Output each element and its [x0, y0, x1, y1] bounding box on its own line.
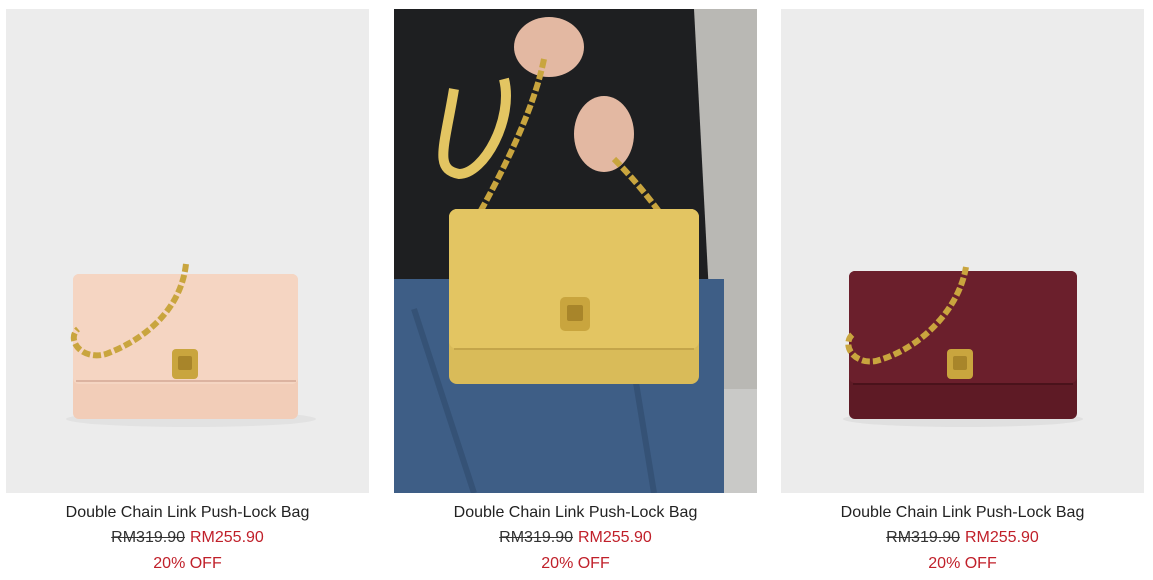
burgundy-bag-photo	[781, 9, 1144, 493]
discount-badge: 20% OFF	[153, 555, 222, 572]
sale-price: RM255.90	[965, 529, 1039, 546]
product-card[interactable]: Double Chain Link Push-Lock Bag RM319.90…	[781, 9, 1144, 574]
original-price: RM319.90	[499, 529, 573, 546]
product-image[interactable]	[6, 9, 369, 493]
discount-badge: 20% OFF	[928, 555, 997, 572]
price-row: RM319.90 RM255.90	[394, 528, 757, 548]
pink-bag-photo	[6, 9, 369, 493]
product-name[interactable]: Double Chain Link Push-Lock Bag	[394, 503, 757, 523]
product-card[interactable]: Double Chain Link Push-Lock Bag RM319.90…	[394, 9, 757, 574]
sale-price: RM255.90	[578, 529, 652, 546]
product-grid: Double Chain Link Push-Lock Bag RM319.90…	[0, 0, 1153, 580]
product-name[interactable]: Double Chain Link Push-Lock Bag	[6, 503, 369, 523]
price-row: RM319.90 RM255.90	[6, 528, 369, 548]
product-image[interactable]	[394, 9, 757, 493]
product-image[interactable]	[781, 9, 1144, 493]
discount-badge: 20% OFF	[541, 555, 610, 572]
price-row: RM319.90 RM255.90	[781, 528, 1144, 548]
original-price: RM319.90	[111, 529, 185, 546]
original-price: RM319.90	[886, 529, 960, 546]
product-card[interactable]: Double Chain Link Push-Lock Bag RM319.90…	[6, 9, 369, 574]
yellow-bag-model-photo	[394, 9, 757, 493]
sale-price: RM255.90	[190, 529, 264, 546]
product-name[interactable]: Double Chain Link Push-Lock Bag	[781, 503, 1144, 523]
